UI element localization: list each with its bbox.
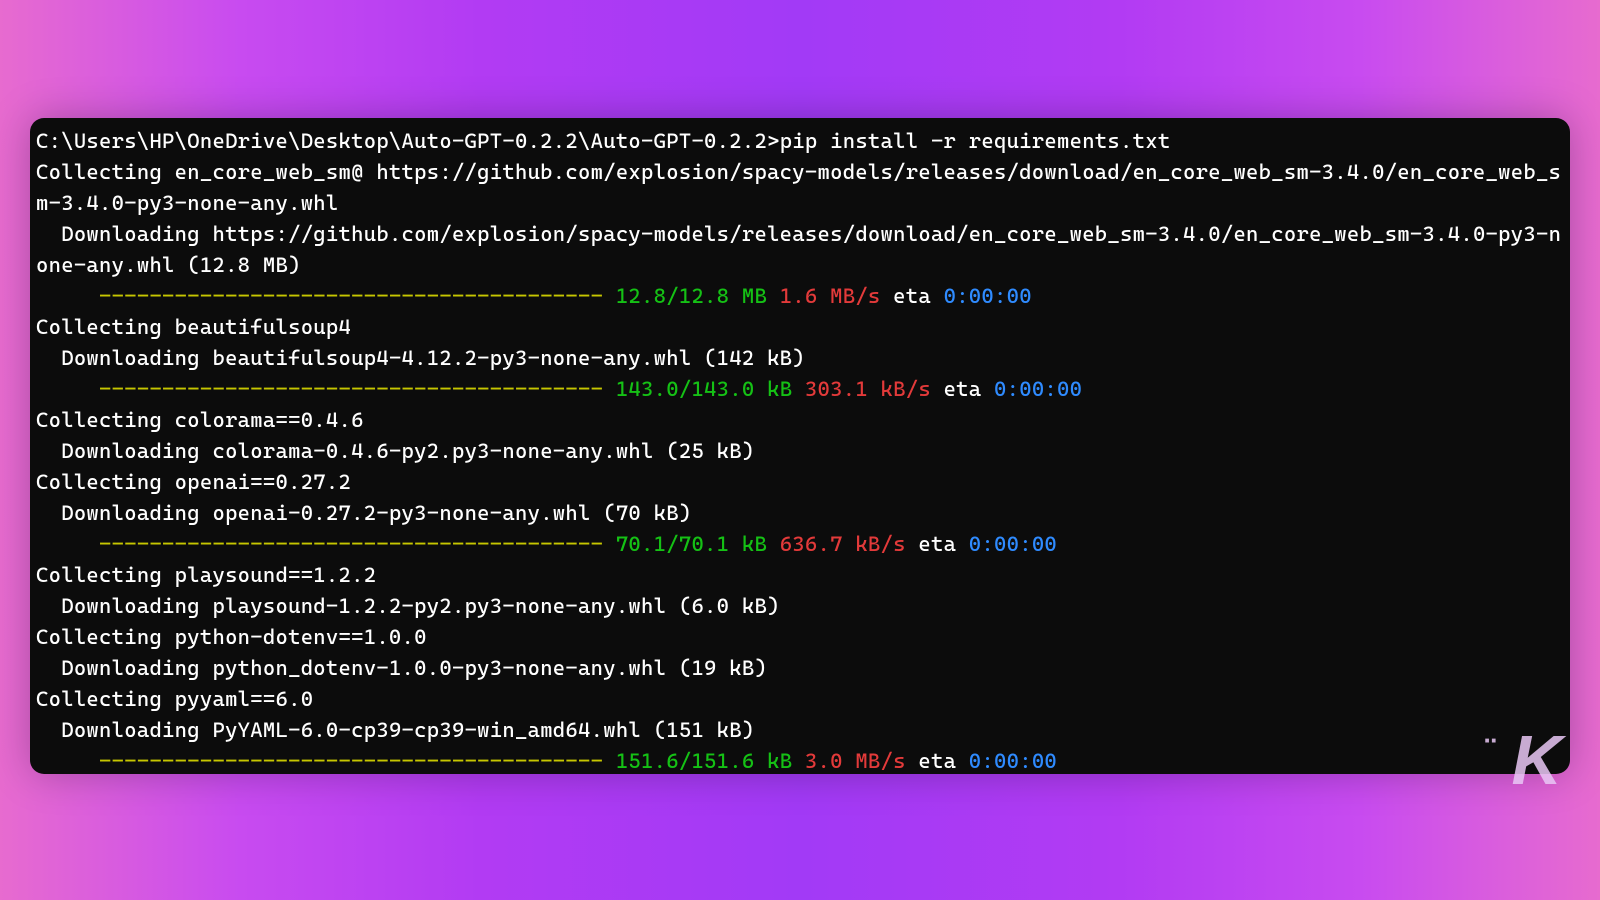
progress-bar: ---------------------------------------- xyxy=(36,532,616,556)
progress-size: 143.0/143.0 kB xyxy=(616,377,792,401)
progress-speed: 1.6 MB/s xyxy=(780,284,881,308)
output-line: Downloading https://github.com/explosion… xyxy=(36,219,1564,281)
progress-line: ----------------------------------------… xyxy=(36,281,1564,312)
output-line: Downloading python_dotenv-1.0.0-py3-none… xyxy=(36,653,1564,684)
progress-speed: 303.1 kB/s xyxy=(805,377,931,401)
output-line: Collecting pyyaml==6.0 xyxy=(36,684,1564,715)
progress-bar: ---------------------------------------- xyxy=(36,284,616,308)
watermark-dots-icon: ·· xyxy=(1483,730,1496,751)
progress-bar: ---------------------------------------- xyxy=(36,377,616,401)
prompt-line: C:\Users\HP\OneDrive\Desktop\Auto-GPT-0.… xyxy=(36,126,1564,157)
cwd-text: C:\Users\HP\OneDrive\Desktop\Auto-GPT-0.… xyxy=(36,129,780,153)
output-line: Downloading playsound-1.2.2-py2.py3-none… xyxy=(36,591,1564,622)
progress-line: ----------------------------------------… xyxy=(36,374,1564,405)
output-line: Collecting python-dotenv==1.0.0 xyxy=(36,622,1564,653)
progress-size: 12.8/12.8 MB xyxy=(616,284,767,308)
progress-speed: 636.7 kB/s xyxy=(780,532,906,556)
eta-label: eta xyxy=(893,284,931,308)
progress-eta: 0:00:00 xyxy=(994,377,1082,401)
watermark-letter: K xyxy=(1511,721,1562,799)
progress-line: ----------------------------------------… xyxy=(36,529,1564,560)
progress-size: 151.6/151.6 kB xyxy=(616,749,792,773)
progress-eta: 0:00:00 xyxy=(969,532,1057,556)
output-line: Collecting en_core_web_sm@ https://githu… xyxy=(36,157,1564,219)
progress-eta: 0:00:00 xyxy=(944,284,1032,308)
progress-speed: 3.0 MB/s xyxy=(805,749,906,773)
eta-label: eta xyxy=(918,532,956,556)
progress-eta: 0:00:00 xyxy=(969,749,1057,773)
progress-line: ----------------------------------------… xyxy=(36,746,1564,774)
output-line: Downloading beautifulsoup4-4.12.2-py3-no… xyxy=(36,343,1564,374)
watermark-logo: ·· K xyxy=(1511,732,1562,788)
output-line: Collecting playsound==1.2.2 xyxy=(36,560,1564,591)
eta-label: eta xyxy=(944,377,982,401)
output-line: Collecting beautifulsoup4 xyxy=(36,312,1564,343)
output-line: Downloading openai-0.27.2-py3-none-any.w… xyxy=(36,498,1564,529)
output-line: Downloading colorama-0.4.6-py2.py3-none-… xyxy=(36,436,1564,467)
progress-size: 70.1/70.1 kB xyxy=(616,532,767,556)
output-line: Downloading PyYAML-6.0-cp39-cp39-win_amd… xyxy=(36,715,1564,746)
terminal-window[interactable]: C:\Users\HP\OneDrive\Desktop\Auto-GPT-0.… xyxy=(30,118,1570,774)
eta-label: eta xyxy=(918,749,956,773)
command-text: pip install -r requirements.txt xyxy=(780,129,1171,153)
progress-bar: ---------------------------------------- xyxy=(36,749,616,773)
output-line: Collecting openai==0.27.2 xyxy=(36,467,1564,498)
output-line: Collecting colorama==0.4.6 xyxy=(36,405,1564,436)
